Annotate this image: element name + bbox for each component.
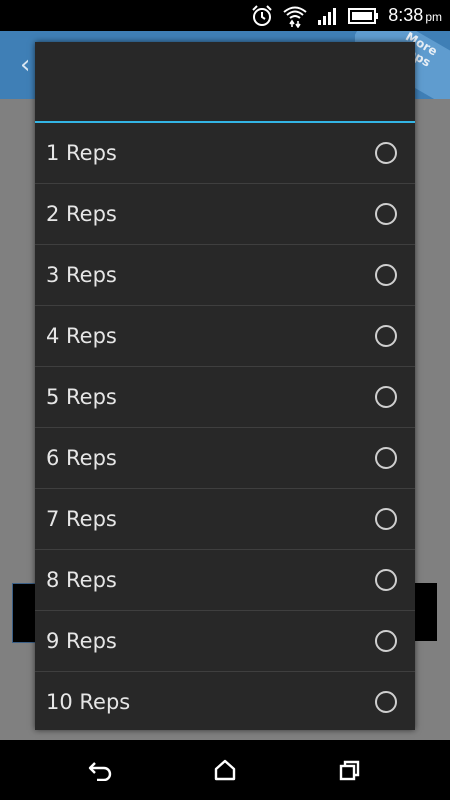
status-bar: 8:38 pm [0,0,450,31]
reps-option-label: 3 Reps [46,263,117,287]
app-panel-right [413,583,437,641]
reps-option-label: 2 Reps [46,202,117,226]
navigation-bar [0,740,450,800]
reps-option[interactable]: 2 Reps [35,184,415,245]
radio-button[interactable] [375,142,397,164]
reps-option-label: 10 Reps [46,690,131,714]
radio-button[interactable] [375,691,397,713]
wifi-icon [282,4,308,28]
reps-option-label: 4 Reps [46,324,117,348]
radio-button[interactable] [375,447,397,469]
battery-icon [348,6,380,26]
radio-button[interactable] [375,203,397,225]
reps-option-label: 6 Reps [46,446,117,470]
reps-option[interactable]: 6 Reps [35,428,415,489]
alarm-icon [250,4,274,28]
status-icons: 8:38 pm [250,0,442,31]
reps-option[interactable]: 8 Reps [35,550,415,611]
radio-button[interactable] [375,508,397,530]
reps-option-label: 9 Reps [46,629,117,653]
radio-button[interactable] [375,630,397,652]
dialog-title-bar [35,42,415,123]
back-icon[interactable] [84,754,116,786]
reps-option-label: 7 Reps [46,507,117,531]
reps-option[interactable]: 1 Reps [35,123,415,184]
radio-button[interactable] [375,386,397,408]
reps-option[interactable]: 5 Reps [35,367,415,428]
clock-time: 8:38 [388,5,424,25]
recent-apps-icon[interactable] [334,754,366,786]
reps-option[interactable]: 9 Reps [35,611,415,672]
home-icon[interactable] [209,754,241,786]
reps-option[interactable]: 7 Reps [35,489,415,550]
reps-dialog: 1 Reps 2 Reps 3 Reps 4 Reps 5 Reps 6 Rep… [35,42,415,730]
clock: 8:38 pm [388,5,442,26]
clock-ampm: pm [425,10,442,24]
signal-icon [316,5,340,27]
reps-option[interactable]: 3 Reps [35,245,415,306]
reps-option-list: 1 Reps 2 Reps 3 Reps 4 Reps 5 Reps 6 Rep… [35,123,415,732]
reps-option-label: 1 Reps [46,141,117,165]
radio-button[interactable] [375,264,397,286]
reps-option-label: 5 Reps [46,385,117,409]
reps-option[interactable]: 4 Reps [35,306,415,367]
radio-button[interactable] [375,569,397,591]
reps-option[interactable]: 10 Reps [35,672,415,732]
reps-option-label: 8 Reps [46,568,117,592]
radio-button[interactable] [375,325,397,347]
